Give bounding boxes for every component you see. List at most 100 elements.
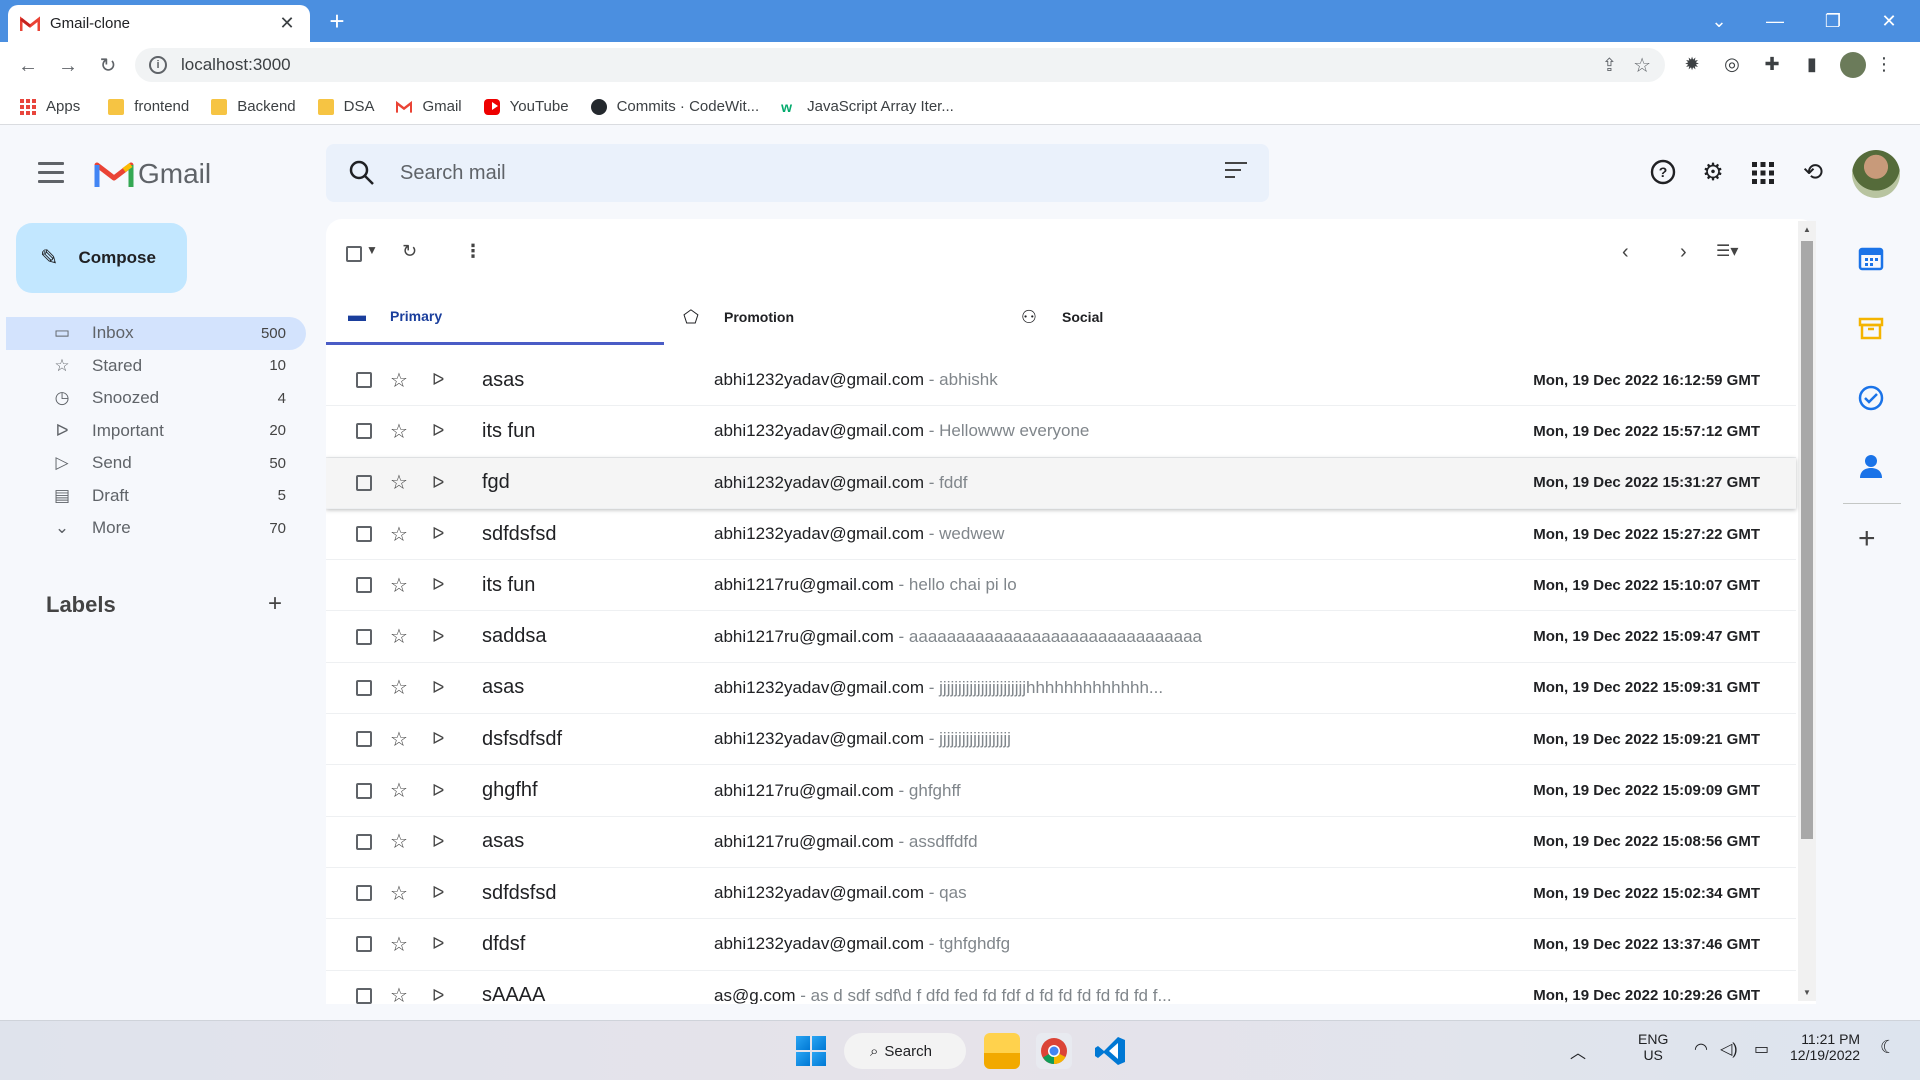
bookmark-apps[interactable]: Apps <box>20 98 80 115</box>
label-important-icon[interactable]: ᐅ <box>432 729 444 749</box>
restore-button[interactable]: ❐ <box>1810 6 1856 36</box>
table-row[interactable]: ☆ ᐅ fgd abhi1232yadav@gmail.com - fddf Mon, … <box>326 457 1796 509</box>
user-avatar[interactable] <box>1852 150 1900 198</box>
star-icon[interactable]: ☆ <box>390 419 408 444</box>
star-icon[interactable]: ☆ <box>390 573 408 598</box>
star-icon[interactable]: ☆ <box>390 675 408 700</box>
table-row[interactable]: ☆ ᐅ its fun abhi1217ru@gmail.com - hello ch… <box>326 560 1796 612</box>
site-info-icon[interactable]: i <box>149 56 167 74</box>
row-checkbox[interactable] <box>356 526 372 543</box>
search-options-icon[interactable] <box>1225 162 1247 183</box>
browser-tab[interactable]: Gmail-clone ✕ <box>8 5 310 42</box>
table-row[interactable]: ☆ ᐅ sAAAA as@g.com - as d sdf sdf\d f dfd f… <box>326 971 1796 1004</box>
keep-archive-icon[interactable] <box>1857 314 1885 342</box>
taskbar-search[interactable]: ⌕ Search <box>844 1033 966 1069</box>
star-icon[interactable]: ☆ <box>390 778 408 803</box>
label-important-icon[interactable]: ᐅ <box>432 986 444 1004</box>
forward-icon[interactable]: → <box>52 50 84 82</box>
row-checkbox[interactable] <box>356 885 372 902</box>
select-dropdown-icon[interactable]: ▼ <box>366 243 378 257</box>
row-checkbox[interactable] <box>356 679 372 696</box>
bookmark-commits[interactable]: Commits · CodeWit... <box>590 98 759 115</box>
chrome-app[interactable] <box>1036 1033 1072 1069</box>
label-important-icon[interactable]: ᐅ <box>432 781 444 801</box>
label-important-icon[interactable]: ᐅ <box>432 934 444 954</box>
file-explorer-icon[interactable] <box>984 1033 1020 1069</box>
table-row[interactable]: ☆ ᐅ sdfdsfsd abhi1232yadav@gmail.com - qas M… <box>326 868 1796 920</box>
close-window-button[interactable]: ✕ <box>1866 6 1912 36</box>
bookmark-star-icon[interactable]: ☆ <box>1633 53 1651 78</box>
wifi-icon[interactable]: ◠ <box>1694 1039 1708 1059</box>
table-row[interactable]: ☆ ᐅ its fun abhi1232yadav@gmail.com - Hello… <box>326 406 1796 458</box>
side-panel-icon[interactable]: ▮ <box>1800 54 1824 78</box>
scroll-up-icon[interactable]: ▲ <box>1803 225 1811 234</box>
sidebar-item-inbox[interactable]: ▭ Inbox 500 <box>6 317 306 350</box>
bookmark-dsa[interactable]: DSA <box>317 98 374 115</box>
star-icon[interactable]: ☆ <box>390 881 408 906</box>
label-important-icon[interactable]: ᐅ <box>432 883 444 903</box>
label-important-icon[interactable]: ᐅ <box>432 832 444 852</box>
star-icon[interactable]: ☆ <box>390 522 408 547</box>
add-label-icon[interactable]: + <box>268 590 282 618</box>
calendar-icon[interactable] <box>1857 244 1885 272</box>
select-all-checkbox[interactable] <box>346 246 362 262</box>
label-important-icon[interactable]: ᐅ <box>432 421 444 441</box>
help-icon[interactable]: ? <box>1648 158 1678 188</box>
menu-dots-icon[interactable]: ⋮ <box>1872 54 1896 78</box>
tray-overflow-icon[interactable]: ︿ <box>1570 1039 1586 1063</box>
star-icon[interactable]: ☆ <box>390 727 408 752</box>
minimize-button[interactable]: — <box>1752 6 1798 36</box>
clock[interactable]: 11:21 PM 12/19/2022 <box>1790 1031 1860 1063</box>
bookmark-javascript[interactable]: w JavaScript Array Iter... <box>781 98 954 115</box>
tab-social[interactable]: ⚇ Social <box>1018 289 1348 345</box>
row-checkbox[interactable] <box>356 577 372 594</box>
compose-button[interactable]: ✎ Compose <box>16 223 187 293</box>
add-addon-icon[interactable]: + <box>1858 522 1876 556</box>
star-icon[interactable]: ☆ <box>390 932 408 957</box>
refresh-icon[interactable]: ↻ <box>402 241 417 262</box>
search-input[interactable]: Search mail <box>400 162 506 185</box>
bookmark-youtube[interactable]: YouTube <box>483 98 569 115</box>
url-text[interactable]: localhost:3000 <box>181 55 291 75</box>
star-icon[interactable]: ☆ <box>390 624 408 649</box>
star-icon[interactable]: ☆ <box>390 829 408 854</box>
puzzle-extensions-icon[interactable]: ✚ <box>1760 54 1784 78</box>
google-apps-icon[interactable] <box>1748 158 1778 188</box>
scroll-down-icon[interactable]: ▼ <box>1803 988 1811 997</box>
prev-page-icon[interactable]: ‹ <box>1622 241 1629 264</box>
scrollbar-thumb[interactable] <box>1801 241 1813 839</box>
windows-start-icon[interactable] <box>796 1036 826 1066</box>
gmail-logo[interactable]: Gmail <box>94 158 211 190</box>
bookmark-backend[interactable]: Backend <box>211 98 296 115</box>
row-checkbox[interactable] <box>356 833 372 850</box>
reload-icon[interactable]: ↻ <box>92 50 124 82</box>
volume-icon[interactable]: ◁) <box>1720 1039 1738 1059</box>
back-icon[interactable]: ← <box>12 50 44 82</box>
sidebar-item-send[interactable]: ▷ Send 50 <box>6 447 306 480</box>
sidebar-item-snoozed[interactable]: ◷ Snoozed 4 <box>6 382 306 415</box>
tab-promotion[interactable]: ⬠ Promotion <box>680 289 1010 345</box>
language-indicator[interactable]: ENG US <box>1638 1031 1668 1063</box>
row-checkbox[interactable] <box>356 628 372 645</box>
share-icon[interactable]: ⇪ <box>1602 55 1617 76</box>
bug-extension-icon[interactable]: ✹ <box>1680 54 1704 78</box>
vscode-app[interactable] <box>1092 1033 1128 1069</box>
settings-gear-icon[interactable]: ⚙ <box>1698 158 1728 188</box>
label-important-icon[interactable]: ᐅ <box>432 575 444 595</box>
bookmark-frontend[interactable]: frontend <box>108 98 189 115</box>
label-important-icon[interactable]: ᐅ <box>432 473 444 493</box>
sidebar-item-more[interactable]: ⌄ More 70 <box>6 512 306 545</box>
star-icon[interactable]: ☆ <box>390 368 408 393</box>
battery-icon[interactable]: ▭ <box>1754 1039 1769 1059</box>
row-checkbox[interactable] <box>356 987 372 1004</box>
row-checkbox[interactable] <box>356 423 372 440</box>
bookmark-gmail[interactable]: Gmail <box>396 98 462 115</box>
close-tab-icon[interactable]: ✕ <box>276 13 298 34</box>
search-bar[interactable]: Search mail <box>326 144 1269 202</box>
table-row[interactable]: ☆ ᐅ saddsa abhi1217ru@gmail.com - aaaaaaaaa… <box>326 611 1796 663</box>
more-options-icon[interactable]: ⋮ <box>464 241 482 262</box>
new-tab-button[interactable]: + <box>322 6 352 36</box>
contacts-person-icon[interactable] <box>1857 452 1885 480</box>
tasks-check-icon[interactable] <box>1857 384 1885 412</box>
table-row[interactable]: ☆ ᐅ dfdsf abhi1232yadav@gmail.com - tghfghd… <box>326 919 1796 971</box>
